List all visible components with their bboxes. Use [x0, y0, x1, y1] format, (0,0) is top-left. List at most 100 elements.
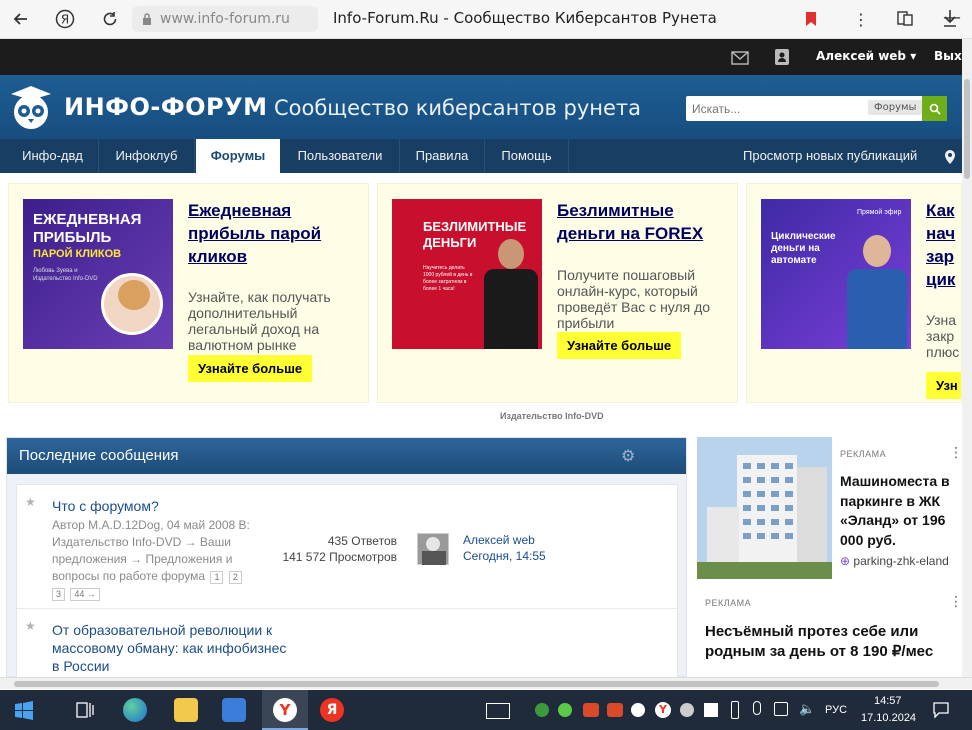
browser-toolbar: Я www.info-forum.ru Info-Forum.Ru - Сооб… — [0, 0, 972, 39]
tray-app-icon[interactable] — [583, 703, 599, 717]
site-logo-text[interactable]: ИНФО-ФОРУМ — [64, 93, 268, 121]
avatar[interactable] — [417, 533, 449, 565]
task-view-icon[interactable] — [76, 701, 94, 723]
promo-image-sub: Научитесь делать 1000 рублей в день в бо… — [423, 265, 473, 292]
user-menu[interactable]: Алексей web ▾ — [816, 49, 916, 63]
gear-icon[interactable]: ⚙ — [621, 446, 635, 465]
ad-menu-dots-icon[interactable]: ⋮ — [949, 445, 963, 461]
microphone-icon[interactable] — [753, 701, 761, 715]
notifications-icon[interactable] — [932, 701, 950, 723]
vertical-scrollbar[interactable] — [962, 39, 972, 677]
ad-text: Несъёмный протез себе или родным за день… — [705, 623, 934, 660]
collections-icon[interactable] — [896, 9, 914, 31]
windows-taskbar: Y Я Y 🔈 РУС 14:57 17.10.2024 — [0, 690, 972, 730]
language-indicator[interactable]: РУС — [825, 704, 847, 716]
tray-app-icon[interactable] — [558, 703, 572, 717]
tab-forums[interactable]: Форумы — [196, 139, 280, 173]
yandex-logo-icon[interactable]: Я — [55, 9, 75, 29]
promo-image-sub: ПАРОЙ КЛИКОВ — [33, 248, 122, 260]
last-post-user-link[interactable]: Алексей web — [463, 532, 546, 548]
scrollbar-thumb[interactable] — [964, 79, 970, 179]
author-photo — [101, 273, 163, 335]
svg-text:Я: Я — [61, 13, 69, 27]
replies-count: 435 Ответов — [327, 534, 397, 548]
last-post-info: Алексей web Сегодня, 14:55 — [463, 532, 546, 564]
contacts-icon[interactable] — [775, 49, 789, 69]
tab-users[interactable]: Пользователи — [281, 139, 400, 173]
latest-messages-title: Последние сообщения — [19, 447, 179, 464]
promo-desc: Узнайте, как получать дополнительный лег… — [188, 289, 331, 353]
location-pin-icon[interactable] — [945, 149, 955, 168]
speaker-icon[interactable]: 🔈 — [799, 702, 815, 717]
last-post-time-link[interactable]: Сегодня, 14:55 — [463, 548, 546, 564]
lock-icon — [143, 12, 151, 25]
tray-app-icon[interactable] — [631, 703, 645, 717]
messages-envelope-icon[interactable] — [731, 50, 749, 69]
tray-app-icon[interactable] — [607, 703, 623, 717]
owl-logo-icon[interactable] — [6, 84, 56, 134]
ad-card[interactable]: РЕКЛАМА ⋮ Несъёмный протез себе или родн… — [697, 587, 963, 677]
search-box: Форумы — [686, 96, 947, 121]
clock-date[interactable]: 17.10.2024 — [861, 712, 916, 724]
ad-menu-dots-icon[interactable]: ⋮ — [949, 594, 963, 610]
search-icon — [929, 103, 941, 115]
reload-icon[interactable] — [100, 9, 120, 29]
page-link[interactable]: 2 — [228, 571, 242, 584]
yandex-icon[interactable]: Я — [320, 698, 344, 722]
defender-shield-icon[interactable] — [704, 703, 718, 717]
ad-label: РЕКЛАМА — [840, 449, 887, 459]
thread-title-link[interactable]: Что с форумом? — [52, 497, 159, 515]
thread-title-link[interactable]: От образовательной революции к массовому… — [52, 621, 292, 675]
tab-rules[interactable]: Правила — [400, 139, 485, 173]
clock-time[interactable]: 14:57 — [874, 695, 902, 707]
promo-title[interactable]: Как нач зар цик — [926, 199, 961, 291]
tray-app-icon[interactable] — [680, 703, 694, 717]
promo-title[interactable]: Безлимитные деньги на FOREX — [557, 199, 727, 245]
learn-more-button[interactable]: Узн — [926, 372, 961, 399]
page-link[interactable]: 44 → — [70, 588, 100, 601]
star-icon[interactable]: ★ — [25, 619, 36, 633]
network-icon[interactable] — [774, 702, 788, 716]
yandex-browser-icon[interactable]: Y — [273, 698, 297, 722]
bookmark-icon[interactable] — [805, 11, 817, 31]
ad-card[interactable]: РЕКЛАМА ⋮ Машиноместа в паркинге в ЖК «Э… — [697, 437, 963, 582]
download-icon[interactable] — [942, 8, 958, 32]
horizontal-scrollbar[interactable] — [0, 677, 972, 689]
promo-image[interactable]: ЕЖЕДНЕВНАЯ ПРИБЫЛЬ ПАРОЙ КЛИКОВ Любовь З… — [23, 199, 173, 349]
tab-info-dvd[interactable]: Инфо-двд — [7, 139, 99, 173]
promo-area: ЕЖЕДНЕВНАЯ ПРИБЫЛЬ ПАРОЙ КЛИКОВ Любовь З… — [0, 173, 962, 431]
thread-list: ★ Что с форумом? Автор M.A.D.12Dog, 04 м… — [16, 484, 678, 678]
view-new-posts-link[interactable]: Просмотр новых публикаций — [743, 148, 917, 163]
file-explorer-icon[interactable] — [174, 698, 198, 722]
promo-image[interactable]: БЕЗЛИМИТНЫЕ ДЕНЬГИ Научитесь делать 1000… — [392, 199, 542, 349]
search-button[interactable] — [922, 96, 947, 121]
back-arrow-icon[interactable] — [11, 9, 31, 29]
promo-title[interactable]: Ежедневная прибыль парой кликов — [188, 199, 358, 268]
promo-image[interactable]: Прямой эфир Циклические деньги на автома… — [761, 199, 911, 349]
learn-more-button[interactable]: Узнайте больше — [188, 355, 313, 382]
search-input[interactable] — [686, 96, 856, 121]
yandex-tray-icon[interactable]: Y — [655, 702, 671, 718]
store-icon[interactable] — [222, 698, 246, 722]
latest-messages-block: Последние сообщения ⚙ ★ Что с форумом? А… — [6, 437, 687, 678]
scrollbar-thumb[interactable] — [14, 681, 939, 687]
learn-more-button[interactable]: Узнайте больше — [557, 332, 682, 359]
thread-meta: Автор M.A.D.12Dog, 04 май 2008 В: Издате… — [52, 518, 250, 601]
search-scope[interactable]: Форумы — [868, 100, 923, 115]
tab-infoclub[interactable]: Инфоклуб — [99, 139, 195, 173]
menu-dots-icon[interactable]: ⋮ — [853, 10, 869, 29]
tray-app-icon[interactable] — [535, 703, 549, 717]
promo-image-tag: Прямой эфир — [857, 209, 902, 216]
presenter-photo — [480, 235, 542, 349]
usb-icon[interactable] — [731, 701, 739, 719]
edge-browser-icon[interactable] — [123, 698, 147, 722]
logout-link[interactable]: Вых — [934, 49, 962, 63]
windows-start-icon[interactable] — [14, 700, 34, 724]
page-link[interactable]: 3 — [52, 588, 66, 601]
page-link[interactable]: 1 — [210, 571, 224, 584]
tab-help[interactable]: Помощь — [485, 139, 569, 173]
news-widget-icon[interactable] — [486, 703, 510, 719]
address-bar[interactable]: www.info-forum.ru — [132, 6, 318, 32]
star-icon[interactable]: ★ — [25, 495, 36, 509]
views-count: 141 572 Просмотров — [282, 550, 397, 564]
